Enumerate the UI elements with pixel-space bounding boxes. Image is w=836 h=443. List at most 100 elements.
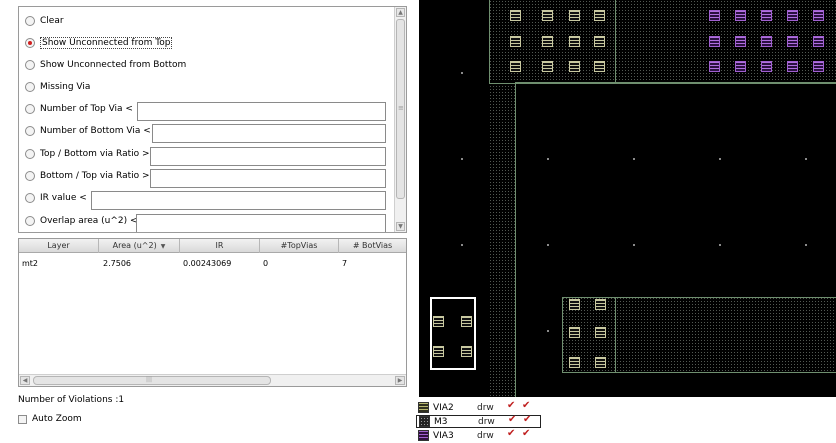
column-header-bot-vias[interactable]: # BotVias [339, 239, 406, 253]
via3-shape[interactable] [761, 10, 772, 21]
via2-shape[interactable] [569, 327, 580, 338]
via2-shape[interactable] [569, 357, 580, 368]
layer-swatch [418, 402, 429, 413]
via2-shape[interactable] [595, 299, 606, 310]
via2-shape[interactable] [569, 299, 580, 310]
grid-dot [719, 244, 721, 246]
via3-shape[interactable] [761, 61, 772, 72]
via2-shape[interactable] [542, 61, 553, 72]
selectable-check-icon[interactable] [522, 428, 531, 440]
violation-count: Number of Violations :1 [18, 395, 125, 405]
via3-shape[interactable] [787, 10, 798, 21]
radio-show-unconnected-top[interactable] [25, 38, 35, 48]
via3-shape[interactable] [709, 10, 720, 21]
via3-shape[interactable] [709, 61, 720, 72]
metal-inner-edge [515, 82, 836, 84]
option-show-unconnected-bottom[interactable]: Show Unconnected from Bottom [25, 56, 186, 74]
layer-row-via3[interactable]: VIA3 drw [416, 428, 541, 442]
scroll-right-icon[interactable]: ▶ [395, 376, 405, 385]
scroll-thumb[interactable] [396, 19, 405, 199]
selectable-check-icon[interactable] [523, 414, 532, 426]
scroll-up-icon[interactable]: ▲ [396, 8, 405, 17]
filter-options: Clear Show Unconnected from Top Show Unc… [18, 6, 407, 233]
via3-shape[interactable] [735, 10, 746, 21]
layer-purpose: drw [477, 402, 494, 413]
option-clear[interactable]: Clear [25, 12, 64, 30]
via2-shape[interactable] [542, 36, 553, 47]
via2-shape[interactable] [594, 61, 605, 72]
option-bottom-top-ratio[interactable]: Bottom / Top via Ratio > [25, 167, 150, 185]
via3-shape[interactable] [813, 36, 824, 47]
option-num-top-via[interactable]: Number of Top Via < [25, 100, 133, 118]
auto-zoom-checkbox[interactable] [18, 414, 27, 424]
grid-dot [461, 158, 463, 160]
radio-overlap-area[interactable] [25, 216, 35, 226]
scroll-left-icon[interactable]: ◀ [20, 376, 30, 385]
radio-top-bottom-ratio[interactable] [25, 149, 35, 159]
column-header-layer[interactable]: Layer [19, 239, 99, 253]
via2-shape[interactable] [542, 10, 553, 21]
scroll-down-icon[interactable]: ▼ [396, 222, 405, 231]
via2-shape[interactable] [594, 10, 605, 21]
via2-shape[interactable] [569, 10, 580, 21]
visible-check-icon[interactable] [507, 428, 516, 440]
top-bottom-ratio-input[interactable] [150, 147, 386, 166]
via2-shape[interactable] [569, 36, 580, 47]
grid-dot [633, 158, 635, 160]
radio-clear[interactable] [25, 16, 35, 26]
via2-shape[interactable] [461, 316, 472, 327]
via3-shape[interactable] [735, 36, 746, 47]
via3-shape[interactable] [709, 36, 720, 47]
hscroll-thumb[interactable] [33, 376, 271, 385]
ir-value-input[interactable] [91, 191, 386, 210]
auto-zoom-toggle[interactable]: Auto Zoom [18, 414, 82, 424]
column-header-ir[interactable]: IR [180, 239, 260, 253]
overlap-area-input[interactable] [136, 214, 386, 232]
option-show-unconnected-top[interactable]: Show Unconnected from Top [25, 34, 173, 52]
radio-ir-value[interactable] [25, 193, 35, 203]
table-header: Layer Area (u^2) ▼ IR #TopVias # BotVias [19, 239, 406, 253]
radio-num-top-via[interactable] [25, 104, 35, 114]
visible-check-icon[interactable] [508, 414, 517, 426]
violation-panel: Clear Show Unconnected from Top Show Unc… [0, 0, 416, 443]
via2-shape[interactable] [433, 316, 444, 327]
via3-shape[interactable] [761, 36, 772, 47]
layer-row-m3[interactable]: M3 drw [416, 414, 541, 428]
bottom-top-ratio-input[interactable] [150, 169, 386, 188]
via2-shape[interactable] [510, 61, 521, 72]
via2-shape[interactable] [595, 357, 606, 368]
option-top-bottom-ratio[interactable]: Top / Bottom via Ratio > [25, 145, 150, 163]
via2-shape[interactable] [510, 36, 521, 47]
via2-shape[interactable] [569, 61, 580, 72]
table-hscrollbar[interactable]: ◀ ▶ [19, 374, 406, 386]
layer-name: VIA2 [433, 402, 454, 413]
radio-bottom-top-ratio[interactable] [25, 171, 35, 181]
visible-check-icon[interactable] [507, 400, 516, 412]
option-missing-via[interactable]: Missing Via [25, 78, 90, 96]
via2-shape[interactable] [594, 36, 605, 47]
violation-highlight-box[interactable] [430, 297, 476, 370]
layer-row-via2[interactable]: VIA2 drw [416, 400, 541, 414]
via2-shape[interactable] [461, 346, 472, 357]
layout-canvas[interactable] [419, 0, 836, 397]
via2-shape[interactable] [510, 10, 521, 21]
selectable-check-icon[interactable] [522, 400, 531, 412]
options-scrollbar[interactable]: ▲ ▼ [394, 7, 406, 232]
via2-shape[interactable] [595, 327, 606, 338]
radio-show-unconnected-bottom[interactable] [25, 60, 35, 70]
num-top-via-input[interactable] [137, 102, 386, 121]
via3-shape[interactable] [787, 61, 798, 72]
via3-shape[interactable] [813, 10, 824, 21]
column-header-top-vias[interactable]: #TopVias [260, 239, 339, 253]
via2-shape[interactable] [433, 346, 444, 357]
option-overlap-area[interactable]: Overlap area (u^2) < [25, 212, 138, 230]
via3-shape[interactable] [813, 61, 824, 72]
radio-num-bottom-via[interactable] [25, 126, 35, 136]
option-ir-value[interactable]: IR value < [25, 189, 87, 207]
radio-missing-via[interactable] [25, 82, 35, 92]
via3-shape[interactable] [787, 36, 798, 47]
via3-shape[interactable] [735, 61, 746, 72]
num-bottom-via-input[interactable] [152, 124, 386, 143]
option-num-bottom-via[interactable]: Number of Bottom Via < [25, 122, 151, 140]
column-header-area[interactable]: Area (u^2) ▼ [99, 239, 180, 253]
